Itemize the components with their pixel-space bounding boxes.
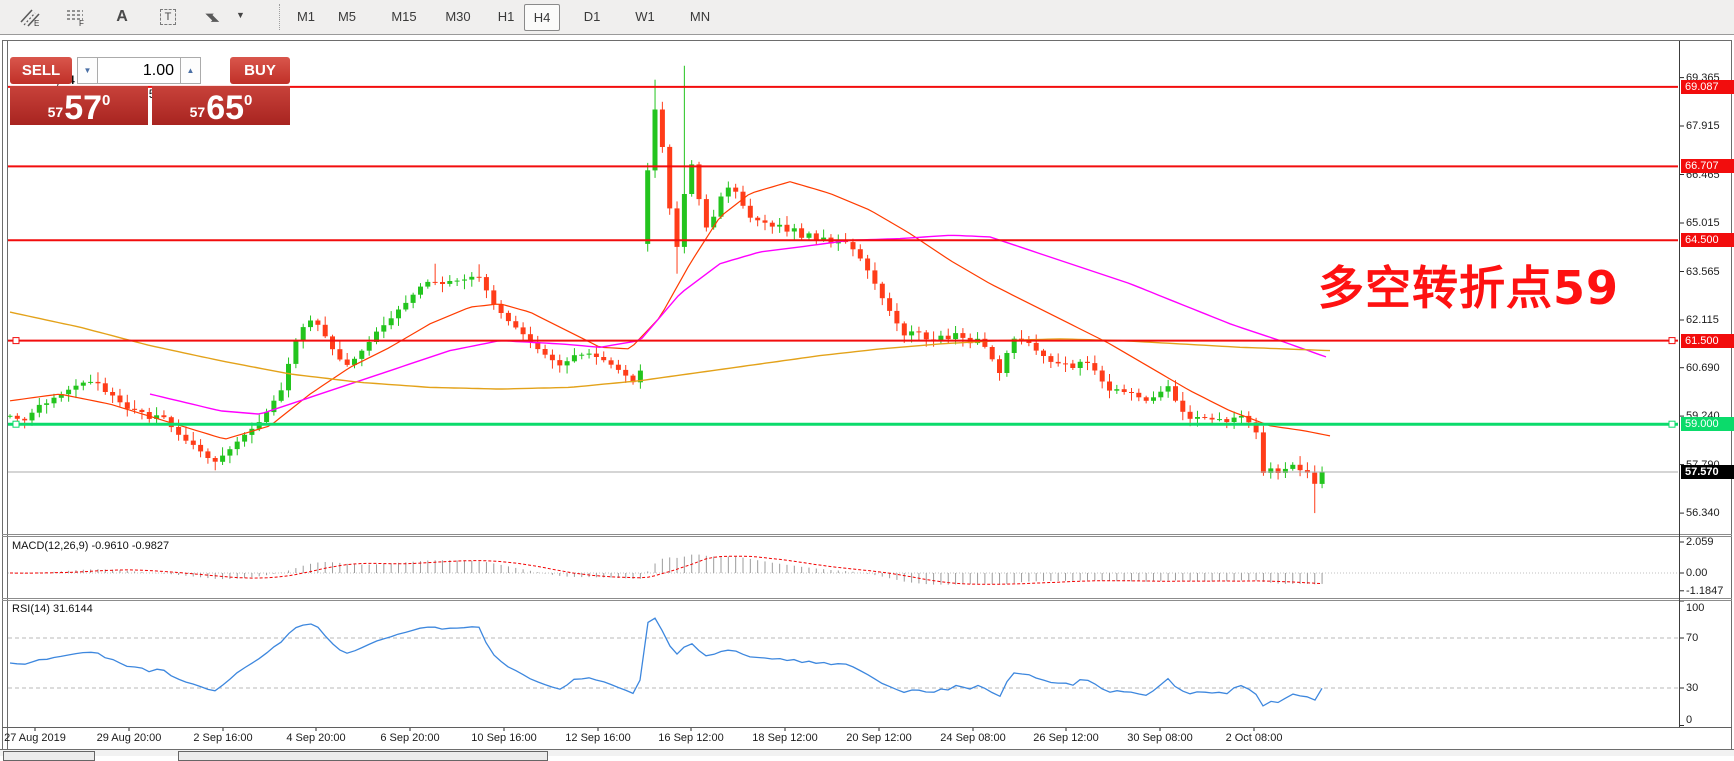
timeframe-m30[interactable]: M30: [438, 4, 478, 29]
time-label: 16 Sep 12:00: [658, 732, 723, 744]
volume-increase-button[interactable]: ▲: [180, 57, 201, 84]
macd-tick: 2.059: [1686, 536, 1714, 548]
time-label: 4 Sep 20:00: [286, 732, 345, 744]
window-border-left-inner: [7, 40, 8, 749]
timeframe-m15[interactable]: M15: [384, 4, 424, 29]
time-label: 18 Sep 12:00: [752, 732, 817, 744]
label-tool-glyph: T: [160, 9, 177, 25]
rsi-tick: 70: [1686, 632, 1698, 644]
price-tick: 65.015: [1686, 217, 1720, 229]
fibonacci-icon[interactable]: F: [58, 3, 94, 30]
time-label: 30 Sep 08:00: [1127, 732, 1192, 744]
buy-button[interactable]: BUY: [230, 57, 290, 84]
arrows-tool-icon[interactable]: [196, 3, 232, 30]
time-label: 12 Sep 16:00: [565, 732, 630, 744]
timeframe-d1[interactable]: D1: [578, 4, 606, 29]
fibonacci-glyph: F: [65, 7, 87, 27]
price-tick: 62.115: [1686, 314, 1719, 326]
sell-button[interactable]: SELL: [10, 57, 72, 84]
time-label: 27 Aug 2019: [4, 732, 66, 744]
sell-price-big: 57: [64, 93, 102, 123]
text-tool-icon[interactable]: A: [104, 3, 140, 30]
price-tick: 67.915: [1686, 120, 1720, 132]
rsi-splitter-bottom[interactable]: [2, 600, 1732, 601]
macd-splitter-top[interactable]: [2, 534, 1732, 535]
level-handle[interactable]: [1669, 338, 1675, 344]
buy-price-big: 65: [206, 93, 244, 123]
price-tick: 56.340: [1686, 507, 1720, 519]
sell-price-small: 57: [48, 104, 64, 120]
macd-tick: 0.00: [1686, 567, 1707, 579]
price-badge-57.570: 57.570: [1681, 465, 1734, 479]
macd-signal-line: [10, 556, 1322, 584]
time-label: 10 Sep 16:00: [471, 732, 536, 744]
window-border-top: [2, 40, 1732, 41]
volume-input[interactable]: [98, 57, 180, 84]
macd-tick: -1.1847: [1686, 585, 1723, 597]
timeframe-h4[interactable]: H4: [524, 4, 560, 31]
time-label: 29 Aug 20:00: [97, 732, 162, 744]
price-axis-border: [1679, 41, 1680, 727]
timeframe-m1[interactable]: M1: [291, 4, 321, 29]
timeframe-w1[interactable]: W1: [630, 4, 660, 29]
ma-mid: [150, 235, 1326, 414]
candles: [8, 66, 1325, 513]
rsi-tick: 100: [1686, 602, 1704, 614]
ma-fast: [10, 182, 1330, 439]
chart-annotation-text[interactable]: 多空转折点59: [1318, 252, 1619, 318]
price-badge-61.500: 61.500: [1681, 334, 1734, 348]
level-handle[interactable]: [13, 338, 19, 344]
price-tick: 63.565: [1686, 266, 1720, 278]
price-badge-64.500: 64.500: [1681, 233, 1734, 247]
macd-histogram: [10, 555, 1322, 585]
time-label: 24 Sep 08:00: [940, 732, 1005, 744]
rsi-line: [10, 618, 1322, 706]
equidistant-channel-glyph: E: [19, 7, 41, 27]
level-handle[interactable]: [13, 421, 19, 427]
price-tick: 60.690: [1686, 362, 1720, 374]
arrows-glyph: [203, 7, 225, 27]
one-click-trading-panel: SELL ▼ ▲ BUY 57 57 0 57 65 0: [8, 57, 292, 125]
time-label: 20 Sep 12:00: [846, 732, 911, 744]
toolbar: E F A T ▼ M1 M5 M15 M30 H1H4 D1 W1 MN: [0, 0, 1734, 35]
level-handle[interactable]: [1669, 421, 1675, 427]
label-tool-icon[interactable]: T: [150, 3, 186, 30]
chart-tab[interactable]: [3, 751, 95, 761]
timeframe-h1[interactable]: H1: [492, 4, 520, 29]
price-badge-59.000: 59.000: [1681, 417, 1734, 431]
window-border-left-outer: [2, 40, 3, 749]
rsi-tick: 30: [1686, 682, 1698, 694]
buy-price-display[interactable]: 57 65 0: [152, 86, 290, 125]
time-axis-border: [2, 727, 1732, 728]
macd-label: MACD(12,26,9) -0.9610 -0.9827: [12, 540, 169, 552]
toolbar-separator: [279, 4, 280, 30]
macd-splitter-bottom[interactable]: [2, 536, 1732, 537]
time-label: 26 Sep 12:00: [1033, 732, 1098, 744]
rsi-tick: 0: [1686, 714, 1692, 726]
time-label: 2 Oct 08:00: [1226, 732, 1283, 744]
price-badge-69.087: 69.087: [1681, 80, 1734, 94]
buy-price-sup: 0: [244, 92, 252, 109]
window-border-right: [1731, 40, 1732, 749]
rsi-label: RSI(14) 31.6144: [12, 603, 93, 615]
sell-price-display[interactable]: 57 57 0: [10, 86, 148, 125]
volume-decrease-button[interactable]: ▼: [77, 57, 98, 84]
svg-text:E: E: [34, 19, 39, 27]
equidistant-channel-icon[interactable]: E: [12, 3, 48, 30]
time-label: 2 Sep 16:00: [193, 732, 252, 744]
price-badge-66.707: 66.707: [1681, 159, 1734, 173]
text-tool-glyph: A: [116, 8, 128, 26]
buy-price-small: 57: [190, 104, 206, 120]
axis-tick-marks: [35, 78, 1684, 731]
ma-slow: [10, 312, 1330, 389]
svg-text:F: F: [79, 19, 84, 27]
timeframe-m5[interactable]: M5: [332, 4, 362, 29]
arrows-dropdown-caret[interactable]: ▼: [236, 10, 245, 20]
timeframe-mn[interactable]: MN: [684, 4, 716, 29]
rsi-splitter-top[interactable]: [2, 598, 1732, 599]
sell-price-sup: 0: [102, 92, 110, 109]
chart-tab[interactable]: [178, 751, 548, 761]
time-label: 6 Sep 20:00: [380, 732, 439, 744]
